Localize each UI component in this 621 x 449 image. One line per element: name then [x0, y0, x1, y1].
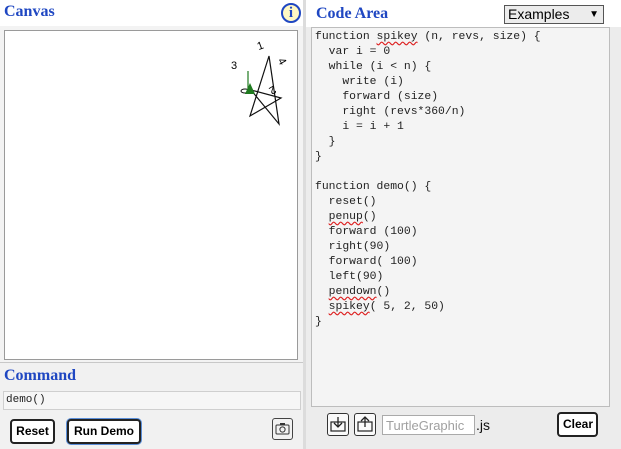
code-line: i = i + 1 — [315, 121, 404, 133]
code-line: function spikey (n, revs, size) { — [315, 31, 541, 43]
upload-icon — [357, 416, 373, 432]
upload-button[interactable] — [354, 413, 376, 436]
turtle-icon — [245, 83, 255, 94]
examples-selected-value: Examples — [508, 6, 570, 22]
clear-button[interactable]: Clear — [557, 412, 598, 437]
code-line: function demo() { — [315, 181, 432, 193]
code-line: forward (100) — [315, 226, 418, 238]
code-token-penup: penup — [328, 211, 363, 223]
code-editor[interactable]: function spikey (n, revs, size) { var i … — [311, 27, 610, 407]
code-area-title: Code Area — [316, 5, 389, 22]
code-token-pendown: pendown — [328, 286, 377, 298]
left-panel: Canvas i 1 3 4 2 Command demo() — [0, 0, 303, 449]
code-line: write (i) — [315, 76, 404, 88]
code-line: var i = 0 — [315, 46, 391, 58]
info-icon[interactable]: i — [281, 3, 301, 23]
canvas-header: Canvas i — [0, 0, 303, 26]
run-demo-button[interactable]: Run Demo — [67, 419, 141, 444]
command-title: Command — [4, 367, 77, 384]
code-line: } — [315, 151, 322, 163]
code-line: } — [315, 136, 336, 148]
turtle-drawing: 1 3 4 2 — [231, 40, 288, 127]
examples-dropdown[interactable]: Examples ▼ — [504, 5, 604, 24]
code-token-spikey: spikey — [376, 31, 418, 43]
code-line: while (i < n) { — [315, 61, 432, 73]
chevron-down-icon: ▼ — [589, 9, 599, 20]
code-line: forward (size) — [315, 91, 439, 103]
code-line: } — [315, 316, 322, 328]
screenshot-button[interactable] — [272, 418, 293, 440]
command-input[interactable]: demo() — [3, 391, 301, 410]
code-line: right (revs*360/n) — [315, 106, 466, 118]
code-line: penup() — [328, 211, 377, 223]
drawing-label: 1 — [256, 40, 266, 53]
download-button[interactable] — [327, 413, 349, 436]
code-line: forward( 100) — [315, 256, 418, 268]
code-line: spikey( 5, 2, 50) — [328, 301, 445, 313]
canvas-title: Canvas — [4, 3, 55, 20]
right-panel: Code Area Examples ▼ function spikey (n,… — [306, 0, 621, 449]
turtle-canvas[interactable]: 1 3 4 2 — [4, 30, 298, 360]
code-line: right(90) — [315, 241, 391, 253]
drawing-label: 4 — [275, 56, 288, 67]
camera-icon — [275, 423, 290, 435]
filename-input[interactable] — [382, 415, 475, 435]
code-token-spikey-call: spikey — [328, 301, 370, 313]
file-extension-label: .js — [476, 417, 490, 433]
download-icon — [330, 417, 346, 432]
drawing-label: 3 — [231, 60, 237, 72]
code-line: pendown() — [328, 286, 391, 298]
code-header: Code Area Examples ▼ — [306, 0, 621, 27]
code-line: left(90) — [315, 271, 384, 283]
code-line: reset() — [315, 196, 377, 208]
reset-button[interactable]: Reset — [10, 419, 55, 444]
